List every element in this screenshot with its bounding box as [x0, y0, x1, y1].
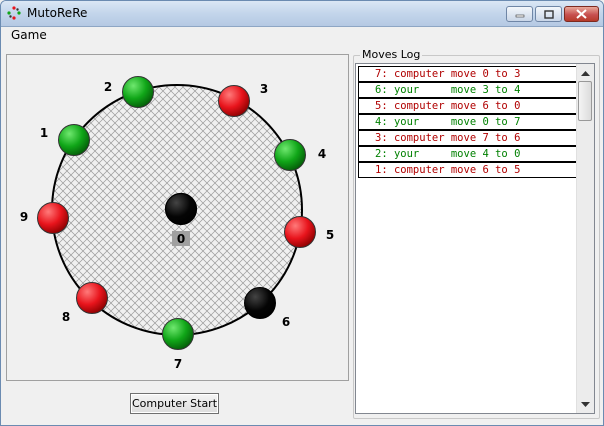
board-node-7[interactable]: 7 [162, 318, 194, 372]
moves-log-list[interactable]: 7: computer move 0 to 3 6: your move 3 to… [355, 63, 595, 414]
log-entry[interactable]: 3: computer move 7 to 6 [358, 130, 578, 146]
menu-game[interactable]: Game [11, 28, 47, 42]
moves-log-title: Moves Log [360, 48, 423, 61]
board-node-5[interactable]: 5 [284, 216, 335, 248]
green-piece[interactable] [162, 318, 194, 350]
red-piece[interactable] [76, 282, 108, 314]
node-label: 9 [20, 210, 28, 224]
scroll-thumb[interactable] [578, 81, 592, 121]
close-icon [576, 9, 587, 19]
red-piece[interactable] [284, 216, 316, 248]
node-label: 6 [282, 315, 290, 329]
log-entry[interactable]: 7: computer move 0 to 3 [358, 66, 578, 82]
app-window: MutoReRe Game 1 2 3 4 5 6 7 8 9 0 Comput… [0, 0, 604, 426]
title-bar: MutoReRe [1, 1, 603, 27]
log-entry[interactable]: 4: your move 0 to 7 [358, 114, 578, 130]
minimize-button[interactable] [506, 6, 533, 22]
center-label: 0 [177, 232, 185, 246]
minimize-icon [515, 14, 524, 18]
board-node-6[interactable]: 6 [244, 287, 291, 330]
node-label: 4 [318, 147, 326, 161]
log-entry[interactable]: 1: computer move 6 to 5 [358, 162, 578, 178]
game-board: 1 2 3 4 5 6 7 8 9 0 [6, 54, 349, 381]
board-node-9[interactable]: 9 [20, 202, 69, 234]
log-entry[interactable]: 6: your move 3 to 4 [358, 82, 578, 98]
maximize-button[interactable] [535, 6, 562, 22]
board-node-1[interactable]: 1 [40, 124, 90, 156]
moves-log-scrollbar[interactable] [576, 64, 594, 413]
close-button[interactable] [564, 6, 599, 22]
node-label: 5 [326, 228, 334, 242]
board-node-8[interactable]: 8 [62, 282, 108, 325]
log-entry[interactable]: 5: computer move 6 to 0 [358, 98, 578, 114]
scroll-up-icon [581, 70, 590, 76]
log-entry[interactable]: 2: your move 4 to 0 [358, 146, 578, 162]
node-label: 3 [260, 82, 268, 96]
center-node[interactable] [164, 192, 198, 226]
maximize-icon [543, 9, 554, 19]
red-piece[interactable] [37, 202, 69, 234]
node-label: 1 [40, 126, 48, 140]
node-label: 8 [62, 310, 70, 324]
computer-start-button[interactable]: Computer Start [130, 393, 219, 414]
scroll-down-button[interactable] [577, 396, 594, 413]
green-piece[interactable] [274, 139, 306, 171]
node-label: 2 [104, 80, 112, 94]
board-node-4[interactable]: 4 [274, 139, 327, 171]
green-piece[interactable] [122, 76, 154, 108]
black-piece[interactable] [244, 287, 276, 319]
scroll-up-button[interactable] [577, 64, 594, 81]
red-piece[interactable] [218, 85, 250, 117]
app-icon [7, 6, 21, 20]
center-piece[interactable] [164, 192, 198, 226]
board-canvas: 1 2 3 4 5 6 7 8 9 0 [20, 76, 335, 372]
board-node-3[interactable]: 3 [218, 82, 269, 117]
green-piece[interactable] [58, 124, 90, 156]
scroll-down-icon [581, 401, 590, 407]
menu-bar: Game [1, 27, 603, 45]
window-title: MutoReRe [27, 6, 88, 20]
node-label: 7 [174, 357, 182, 371]
